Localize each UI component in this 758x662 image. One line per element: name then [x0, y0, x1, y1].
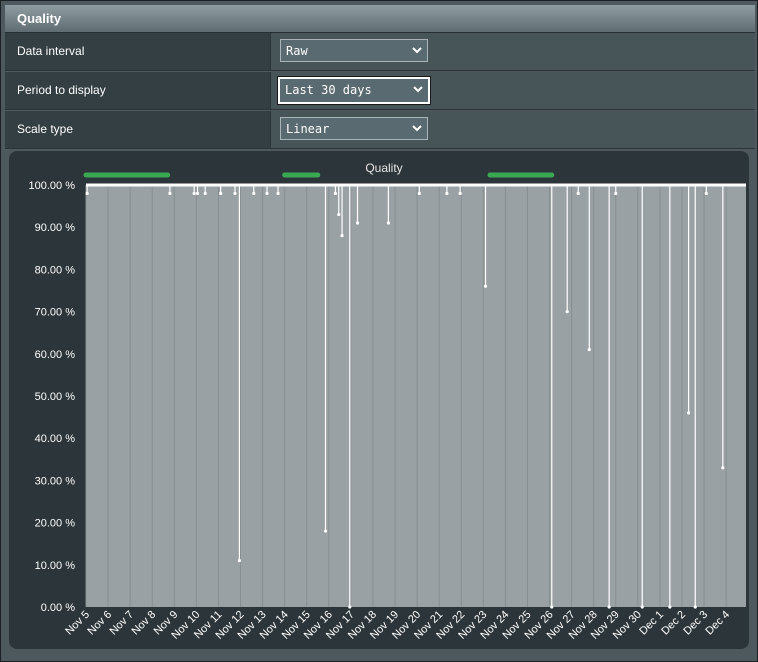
- period-row: Period to display Last 30 days: [5, 72, 755, 110]
- scale-type-label-cell: Scale type: [5, 111, 271, 148]
- y-tick-label: 40.00 %: [35, 433, 76, 445]
- data-interval-value: Raw: [286, 44, 308, 58]
- data-interval-label-cell: Data interval: [5, 33, 271, 70]
- data-point: [550, 605, 554, 609]
- data-interval-label: Data interval: [17, 44, 85, 58]
- data-point: [233, 191, 237, 196]
- data-point: [219, 191, 223, 196]
- y-tick-label: 10.00 %: [35, 560, 76, 572]
- data-point: [445, 191, 449, 196]
- chevron-down-icon: [412, 125, 422, 132]
- y-tick-label: 80.00 %: [35, 264, 76, 276]
- data-point: [668, 605, 672, 609]
- data-point: [192, 191, 196, 196]
- chevron-down-icon: [413, 86, 423, 93]
- panel-header: Quality: [5, 5, 755, 33]
- scale-type-row: Scale type Linear: [5, 111, 755, 149]
- data-point: [576, 191, 580, 196]
- data-point: [607, 605, 611, 609]
- data-point: [614, 191, 618, 196]
- period-label-cell: Period to display: [5, 72, 271, 109]
- data-point: [565, 310, 569, 314]
- data-point: [85, 191, 89, 196]
- period-label: Period to display: [17, 83, 106, 97]
- y-tick-label: 70.00 %: [35, 307, 76, 319]
- chevron-down-icon: [412, 47, 422, 54]
- data-point: [348, 605, 352, 609]
- x-tick-label: Dec 4: [703, 609, 732, 638]
- y-tick-label: 100.00 %: [29, 180, 76, 192]
- y-tick-label: 60.00 %: [35, 349, 76, 361]
- period-select[interactable]: Last 30 days: [277, 76, 431, 105]
- x-tick-label: Dec 3: [681, 609, 710, 638]
- scale-type-label: Scale type: [17, 122, 74, 136]
- data-point: [417, 191, 421, 196]
- scale-type-select[interactable]: Linear: [280, 117, 428, 140]
- chart-title: Quality: [365, 161, 402, 175]
- data-point: [386, 221, 391, 225]
- data-point: [333, 191, 338, 196]
- data-point: [237, 558, 242, 563]
- data-point: [355, 221, 360, 225]
- y-tick-label: 30.00 %: [35, 475, 76, 487]
- plot-area: [86, 185, 746, 607]
- data-point: [458, 191, 462, 196]
- quality-window: Quality Data interval Raw Period to disp…: [0, 0, 758, 662]
- data-point: [483, 284, 488, 288]
- data-point: [340, 234, 344, 238]
- data-point: [687, 411, 691, 415]
- data-point: [587, 347, 591, 352]
- data-point: [252, 191, 256, 196]
- x-tick-label: Nov 8: [130, 609, 159, 638]
- data-point: [640, 605, 644, 609]
- data-point: [168, 191, 172, 196]
- data-point: [704, 191, 708, 196]
- x-tick-label: Dec 2: [659, 609, 688, 638]
- data-point: [195, 191, 200, 196]
- period-value: Last 30 days: [285, 83, 372, 97]
- data-point: [276, 191, 280, 196]
- data-point: [721, 466, 725, 470]
- data-point: [265, 191, 269, 196]
- scale-type-value: Linear: [286, 122, 330, 136]
- y-tick-label: 50.00 %: [35, 391, 76, 403]
- chart-panel: 100.00 % 90.00 % 80.00 % 70.00 % 60.00 % 50.0…: [9, 151, 749, 649]
- data-interval-select[interactable]: Raw: [280, 39, 428, 62]
- data-point: [337, 212, 341, 217]
- x-tick-label: Dec 1: [637, 609, 666, 638]
- x-tick-label: Nov 6: [85, 609, 114, 638]
- x-tick-label: Nov 7: [107, 609, 136, 638]
- data-interval-row: Data interval Raw: [5, 33, 755, 71]
- data-point: [203, 191, 207, 196]
- quality-chart: 100.00 % 90.00 % 80.00 % 70.00 % 60.00 % 50.0…: [29, 161, 746, 642]
- y-tick-label: 20.00 %: [35, 518, 76, 530]
- y-tick-label: 90.00 %: [35, 222, 76, 234]
- data-point: [693, 605, 697, 609]
- data-point: [323, 529, 328, 533]
- y-tick-label: 0.00 %: [41, 602, 75, 614]
- panel-title: Quality: [17, 11, 62, 26]
